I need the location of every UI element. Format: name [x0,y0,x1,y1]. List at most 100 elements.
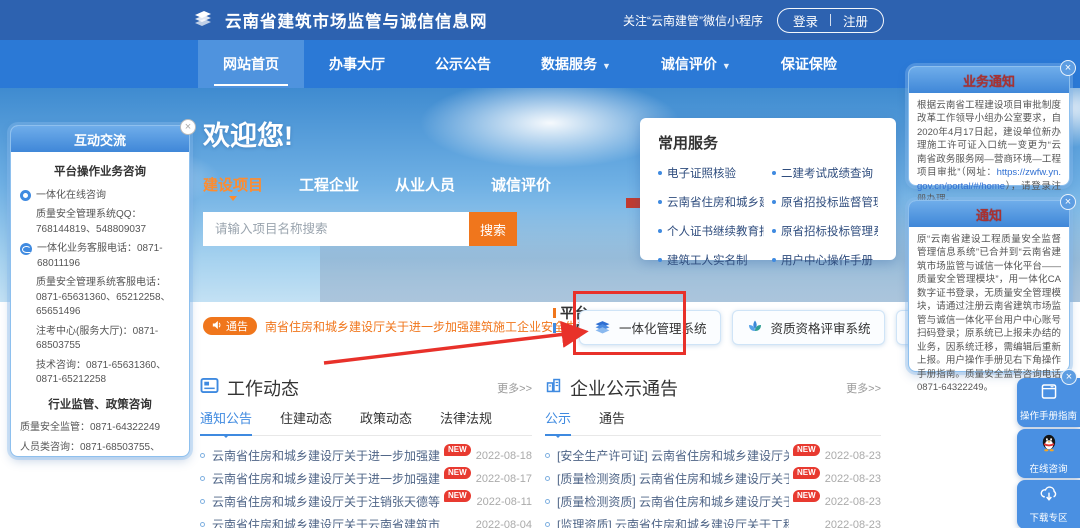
contact-text: 质量安全监管：0871-64322249 [20,422,160,433]
new-badge: NEW [444,444,471,456]
contact-text: 一体化业务客服电话：0871-68011196 [37,242,180,271]
work-news-section: 工作动态 更多>> 通知公告 住建动态 政策动态 法律法规 云南省住房和城乡建设… [200,375,532,528]
news-item-date: 2022-08-23 [825,450,881,462]
news-item-link[interactable]: 云南省住房和城乡建设厅关于云南省建筑市场监管与诚信一体... [212,516,440,528]
tab-public-notice[interactable]: 公示 [545,408,571,427]
integrated-management-system-button[interactable]: 一体化管理系统 [579,310,721,345]
company-news-section: 企业公示通告 更多>> 公示 通告 [安全生产许可证] 云南省住房和城乡建设厅关… [545,375,881,528]
news-item: [质量检测资质] 云南省住房和城乡建设厅关于2022年第14批...NEW202… [545,490,881,513]
auth-divider [830,14,831,26]
common-services-card: 常用服务 电子证照核验 二建考试成绩查询 云南省住房和城乡建设厅 原省招投标监督… [640,118,896,260]
nav-item-home[interactable]: 网站首页 [198,40,304,88]
news-item-link[interactable]: [监理资质] 云南省住房和城乡建设厅关于工程监理2022年第9... [557,516,789,528]
news-item: 云南省住房和城乡建设厅关于进一步加强建筑施工企业安全生...NEW2022-08… [200,444,532,467]
float-label: 下载专区 [1029,510,1067,524]
tab-practitioners[interactable]: 从业人员 [395,174,455,195]
speaker-icon [212,320,222,333]
site-title: 云南省建筑市场监管与诚信信息网 [225,8,488,32]
service-link-yn-mohurd[interactable]: 云南省住房和城乡建设厅 [658,194,764,210]
bullet-ring-icon [200,453,205,458]
qualification-review-system-button[interactable]: 资质资格评审系统 [732,310,885,345]
contact-line: 质量安全管理系统客服电话：0871-65631360、65212258、6565… [20,276,180,320]
login-button[interactable]: 登录 [793,11,818,30]
bullet-ring-icon [200,522,205,527]
online-consult-button[interactable]: 在线咨询 [1017,429,1080,478]
nav-label: 保证保险 [781,56,837,72]
tab-credit-rating[interactable]: 诚信评价 [491,174,551,195]
register-button[interactable]: 注册 [843,11,868,30]
bullet-dot-icon [772,200,776,204]
business-notice-body: 根据云南省工程建设项目审批制度改革工作领导小组办公室要求，自2020年4月17日… [909,93,1069,213]
service-link-continuing-education[interactable]: 个人证书继续教育报名 [658,223,764,239]
close-icon[interactable]: × [1060,60,1076,76]
company-news-more-link[interactable]: 更多>> [846,380,881,396]
tab-engineering-enterprise[interactable]: 工程企业 [299,174,359,195]
contact-line: 注考中心(服务大厅)：0871-68503755 [20,325,180,354]
tab-announcement[interactable]: 通告 [599,408,625,427]
news-item-link[interactable]: 云南省住房和城乡建设厅关于注销张天德等5名建造师注册许... [212,493,440,510]
close-icon[interactable]: × [180,119,196,135]
search-button[interactable]: 搜索 [469,212,517,246]
new-badge: NEW [444,467,471,479]
news-item-link[interactable]: [安全生产许可证] 云南省住房和城乡建设厅关于2022年新申办... [557,447,789,464]
service-link-exam-score[interactable]: 二建考试成绩查询 [772,165,878,181]
common-services-title: 常用服务 [658,132,878,153]
notice-title: 通知 [909,201,1069,227]
tab-policy-news[interactable]: 政策动态 [360,408,412,427]
bullet-ring-icon [200,476,205,481]
contact-text: 人员类咨询：0871-68503755、64320981 [20,442,160,456]
tab-notices[interactable]: 通知公告 [200,408,252,427]
news-item-link[interactable]: [质量检测资质] 云南省住房和城乡建设厅关于2022年第15批... [557,470,789,487]
ticker-text[interactable]: 南省住房和城乡建设厅关于进一步加强建筑施工企业安全生产许可证动态监管的通 [265,318,599,335]
nav-label: 办事大厅 [329,56,385,72]
entry-button-label: 资质资格评审系统 [771,318,871,337]
service-link-label: 建筑工人实名制 [667,252,748,268]
service-link-worker-realname[interactable]: 建筑工人实名制 [658,252,764,268]
nav-item-data-services[interactable]: 数据服务▼ [516,40,636,88]
news-item-link[interactable]: [质量检测资质] 云南省住房和城乡建设厅关于2022年第14批... [557,493,789,510]
wechat-follow-text: 关注“云南建管”微信小程序 [623,12,763,29]
interaction-panel-title: 互动交流 [11,126,189,152]
nav-item-guarantee-insurance[interactable]: 保证保险 [756,40,862,88]
news-item-date: 2022-08-04 [476,519,532,528]
news-item-date: 2022-08-23 [825,473,881,485]
tab-housing-news[interactable]: 住建动态 [280,408,332,427]
nav-item-credit-rating[interactable]: 诚信评价▼ [636,40,756,88]
work-news-list: 云南省住房和城乡建设厅关于进一步加强建筑施工企业安全生... NEW 2022-08… [200,444,532,528]
bullet-dot-icon [658,258,662,262]
contact-line: 质量安全管理系统QQ：768144819、548809037 [20,208,180,237]
accent-ticks-icon [553,305,556,339]
download-zone-button[interactable]: 下载专区 [1017,480,1080,528]
search-bar: 搜索 [203,212,517,246]
work-news-title: 工作动态 [227,375,299,401]
platform-consult-heading: 平台操作业务咨询 [20,164,180,181]
work-news-more-link[interactable]: 更多>> [497,380,532,396]
tab-laws[interactable]: 法律法规 [440,408,492,427]
close-icon[interactable]: × [1061,369,1077,385]
news-item-link[interactable]: 云南省住房和城乡建设厅关于进一步加强建筑业企业资质及人... [212,470,440,487]
lotus-leaf-icon [746,318,764,338]
float-label: 在线咨询 [1029,461,1067,475]
bullet-dot-icon [658,171,662,175]
service-link-cert-verify[interactable]: 电子证照核验 [658,165,764,181]
service-link-old-bidding-supervision[interactable]: 原省招投标监督管理网... [772,194,878,210]
news-item-link[interactable]: 云南省住房和城乡建设厅关于进一步加强建筑施工企业安全生... [212,447,440,464]
nav-item-service-hall[interactable]: 办事大厅 [304,40,410,88]
news-item: 云南省住房和城乡建设厅关于进一步加强建筑业企业资质及人...NEW2022-08… [200,467,532,490]
close-icon[interactable]: × [1060,194,1076,210]
contact-text: 一体化在线咨询 [36,189,106,204]
manual-guide-button[interactable]: 操作手册指南 [1017,378,1080,427]
new-badge: NEW [444,490,471,502]
contact-text: 质量安全管理系统客服电话：0871-65631360、65212258、6565… [36,277,171,317]
contact-line: 一体化在线咨询 [20,189,180,204]
service-link-user-manual[interactable]: 用户中心操作手册 [772,252,878,268]
cloud-download-icon [1039,485,1059,507]
service-link-old-bidding-system[interactable]: 原省招标投标管理系统 [772,223,878,239]
search-input[interactable] [203,212,469,246]
tab-construction-project[interactable]: 建设项目 [203,174,263,195]
notice-panel: × 通知 原“云南省建设工程质量安全监督管理信息系统”已合并到“云南省建筑市场监… [908,200,1070,372]
business-notice-panel: × 业务通知 根据云南省工程建设项目审批制度改革工作领导小组办公室要求，自202… [908,66,1070,186]
news-frame-icon [200,377,219,399]
news-item: [安全生产许可证] 云南省住房和城乡建设厅关于2022年新申办...NEW202… [545,444,881,467]
nav-item-announcements[interactable]: 公示公告 [410,40,516,88]
